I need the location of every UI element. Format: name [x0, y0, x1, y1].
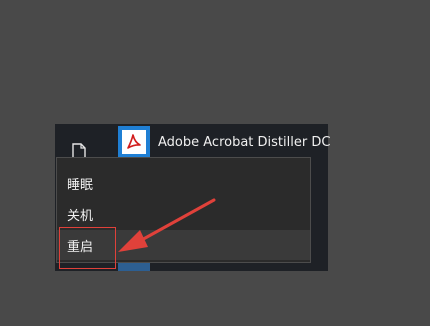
menu-item-label: 关机 [67, 208, 94, 224]
menu-item-sleep[interactable]: 睡眠 [57, 168, 310, 198]
app-title[interactable]: Adobe Acrobat Distiller DC [158, 135, 330, 150]
menu-item-shutdown[interactable]: 关机 [57, 199, 310, 229]
start-tile-edge [118, 263, 150, 271]
adobe-acrobat-icon [122, 130, 146, 154]
menu-item-label: 睡眠 [67, 177, 94, 193]
annotation-highlight-box [59, 227, 116, 269]
app-tile-acrobat-distiller[interactable] [118, 126, 150, 158]
